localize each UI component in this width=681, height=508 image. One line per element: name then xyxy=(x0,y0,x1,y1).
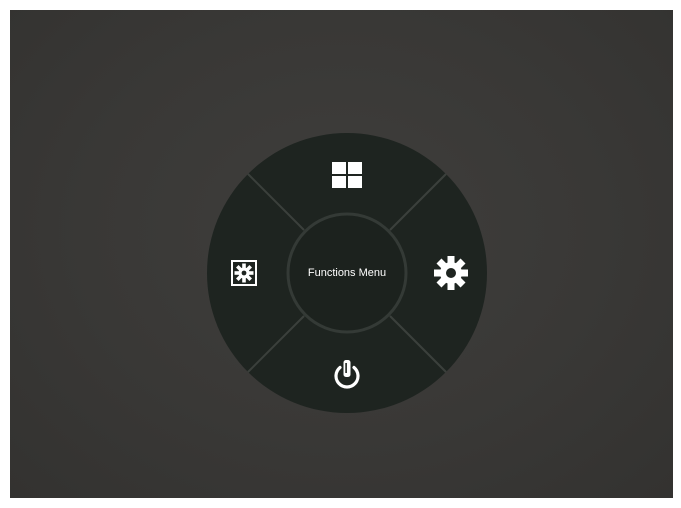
menu-item-power[interactable] xyxy=(327,355,367,395)
gear-icon xyxy=(434,256,468,290)
functions-radial-menu: Functions Menu xyxy=(207,133,487,413)
grid-icon xyxy=(332,162,362,188)
menu-item-settings[interactable] xyxy=(431,253,471,293)
menu-item-display-settings[interactable] xyxy=(224,253,264,293)
menu-item-grid[interactable] xyxy=(327,155,367,195)
brightness-settings-icon xyxy=(231,260,257,286)
functions-menu-label: Functions Menu xyxy=(307,267,387,279)
power-icon xyxy=(334,360,360,389)
screen-background: Functions Menu xyxy=(10,10,673,498)
